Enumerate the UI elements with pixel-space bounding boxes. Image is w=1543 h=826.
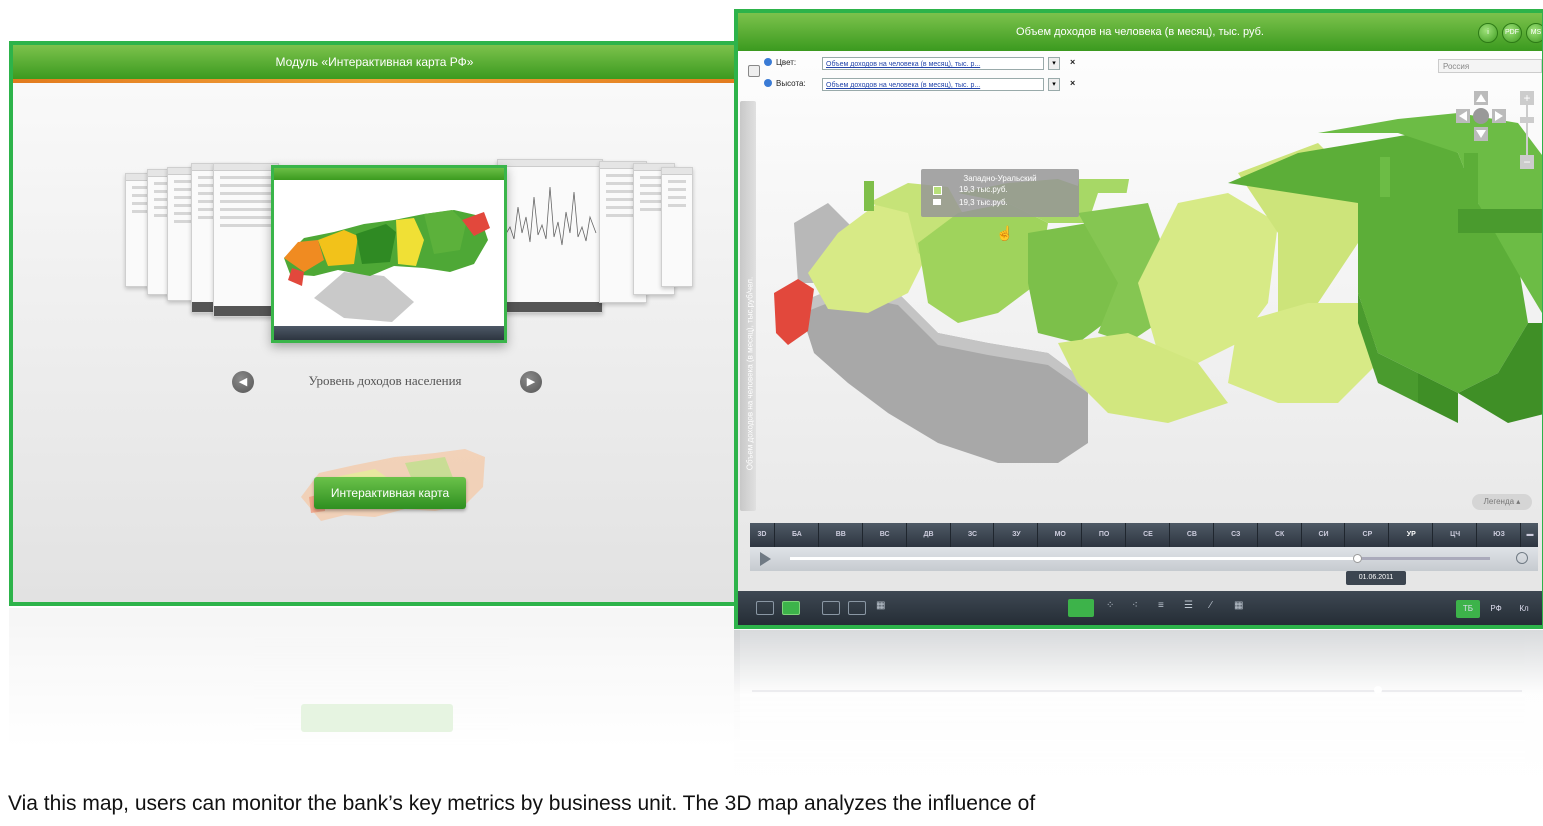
thumbnail-left-5[interactable]	[213, 163, 279, 317]
layout-split-icon[interactable]	[782, 601, 800, 615]
tooltip-region: Западно-Уральский	[963, 174, 1037, 183]
info-icon[interactable]: i	[1478, 23, 1498, 43]
dropdown-arrow-icon[interactable]: ▾	[1048, 57, 1060, 70]
snapshot-icon[interactable]	[822, 601, 840, 615]
ms-export-icon[interactable]: MS	[1526, 23, 1542, 43]
chevron-left-icon: ◀	[238, 376, 248, 388]
stacked-bar-icon[interactable]: ☰	[1184, 600, 1193, 611]
layout-single-icon[interactable]	[756, 601, 774, 615]
clock-icon[interactable]	[1516, 552, 1528, 564]
region-tab-12[interactable]: СИ	[1300, 523, 1346, 547]
lang-button-tb[interactable]: ТБ	[1456, 600, 1480, 618]
table-icon[interactable]: ▦	[1234, 600, 1243, 611]
svg-text:−: −	[1523, 155, 1530, 169]
pdf-export-icon[interactable]: PDF	[1502, 23, 1522, 43]
timeline-date: 01.06.2011	[1346, 571, 1406, 585]
lang-button-rf[interactable]: РФ	[1484, 600, 1508, 618]
right-panel-reflection	[734, 630, 1543, 790]
tooltip-height-value: 19,3 тыс.руб.	[959, 198, 1008, 207]
header-stripe	[13, 79, 736, 83]
region-tab-11[interactable]: СК	[1256, 523, 1302, 547]
color-swatch-icon	[933, 186, 942, 195]
region-tab-1[interactable]: ВВ	[817, 523, 863, 547]
region-tab-9[interactable]: СВ	[1168, 523, 1214, 547]
navigation-control[interactable]: + −	[1456, 91, 1543, 171]
region-tab-10[interactable]: СЗ	[1212, 523, 1258, 547]
map-thumbnail	[284, 210, 490, 322]
region-tab-8[interactable]: СЕ	[1125, 523, 1170, 547]
carousel-caption: Уровень доходов населения	[308, 373, 462, 388]
bar-chart-icon[interactable]: ≡	[1158, 600, 1164, 611]
map-pillar	[1076, 179, 1130, 193]
map-pillar	[864, 181, 874, 211]
color-label: Цвет:	[776, 58, 797, 67]
center-view-button	[1473, 108, 1489, 124]
region-tab-3[interactable]: ДВ	[905, 523, 951, 547]
color-metric-select[interactable]: Объем доходов на человека (в месяц), тыс…	[822, 57, 1044, 70]
lang-button-kl[interactable]: Кл	[1512, 600, 1536, 618]
axis-strip[interactable]: Объем доходов на человека (в месяц), тыс…	[740, 101, 756, 511]
svg-text:+: +	[1523, 91, 1530, 105]
region-tab-14[interactable]: УР	[1388, 523, 1433, 547]
vertical-axis-label: Объем доходов на человека (в месяц), тыс…	[745, 276, 755, 471]
prev-slide-button[interactable]: ◀	[232, 371, 254, 393]
region-tab-16[interactable]: ЮЗ	[1476, 523, 1521, 547]
bubble-chart-icon[interactable]: ⁘	[1106, 600, 1114, 611]
line-chart-thumbnail	[503, 186, 597, 246]
chevron-right-icon: ▶	[526, 376, 536, 388]
region-tab-2[interactable]: ВС	[861, 523, 907, 547]
selected-thumbnail[interactable]	[271, 165, 507, 343]
region-tab-15[interactable]: ЦЧ	[1432, 523, 1477, 547]
line-chart-icon[interactable]: ∕	[1210, 600, 1212, 611]
region-tab-7[interactable]: ПО	[1081, 523, 1126, 547]
module-panel: Модуль «Интерактивная карта РФ» ◀ Уровен…	[9, 41, 740, 606]
export-icon[interactable]	[848, 601, 866, 615]
map-pillar	[1380, 157, 1390, 197]
tooltip-color-value: 19,3 тыс.руб.	[959, 185, 1008, 194]
region-tooltip: Западно-Уральский 19,3 тыс.руб. 19,3 тыс…	[921, 169, 1079, 217]
map-region-red[interactable]	[774, 279, 814, 345]
region-tab-13[interactable]: СР	[1344, 523, 1389, 547]
map-app-window: Объем доходов на человека (в месяц), тыс…	[734, 9, 1543, 629]
scatter-chart-icon[interactable]: ⁖	[1132, 600, 1138, 611]
timeline-handle[interactable]	[1353, 554, 1362, 563]
mode-3d-toggle[interactable]: 3D	[750, 523, 774, 547]
camera-icon[interactable]	[748, 65, 760, 77]
module-title: Модуль «Интерактивная карта РФ»	[13, 45, 736, 79]
hand-cursor-icon: ☝	[996, 225, 1014, 241]
map-view-button[interactable]	[1068, 599, 1094, 617]
timeline	[750, 547, 1538, 571]
tab-menu-icon[interactable]: ▬	[1520, 523, 1539, 547]
region-tabs-bar: 3D БА ВВ ВС ДВ ЗС ЗУ МО ПО СЕ СВ СЗ СК СИ СР УР ЦЧ ЮЗ ▬	[750, 523, 1538, 547]
region-tab-4[interactable]: ЗС	[949, 523, 995, 547]
next-slide-button[interactable]: ▶	[520, 371, 542, 393]
interactive-map-button[interactable]: Интерактивная карта	[314, 477, 466, 509]
russia-3d-map[interactable]	[758, 83, 1543, 523]
region-select[interactable]: Россия	[1438, 59, 1542, 73]
region-tab-5[interactable]: ЗУ	[993, 523, 1038, 547]
left-panel-reflection	[9, 608, 740, 748]
thumbnail-right-1[interactable]	[497, 159, 603, 313]
map-title: Объем доходов на человека (в месяц), тыс…	[738, 13, 1542, 51]
region-tab-6[interactable]: МО	[1037, 523, 1082, 547]
clear-color-icon[interactable]: ×	[1070, 57, 1075, 67]
grid-icon[interactable]: ▦	[876, 600, 885, 611]
height-cube-icon	[933, 199, 941, 205]
bottom-toolbar: ▦ ⁘ ⁖ ≡ ☰ ∕ ▦ ТБ РФ Кл	[738, 591, 1542, 625]
legend-button[interactable]: Легенда ▴	[1472, 494, 1532, 510]
thumbnail-right-4[interactable]	[661, 167, 693, 287]
timeline-progress	[790, 557, 1357, 560]
caption-text: Via this map, users can monitor the bank…	[8, 792, 1036, 815]
region-tab-0[interactable]: БА	[774, 523, 819, 547]
play-icon[interactable]	[760, 552, 771, 566]
info-dot-icon	[764, 58, 772, 66]
